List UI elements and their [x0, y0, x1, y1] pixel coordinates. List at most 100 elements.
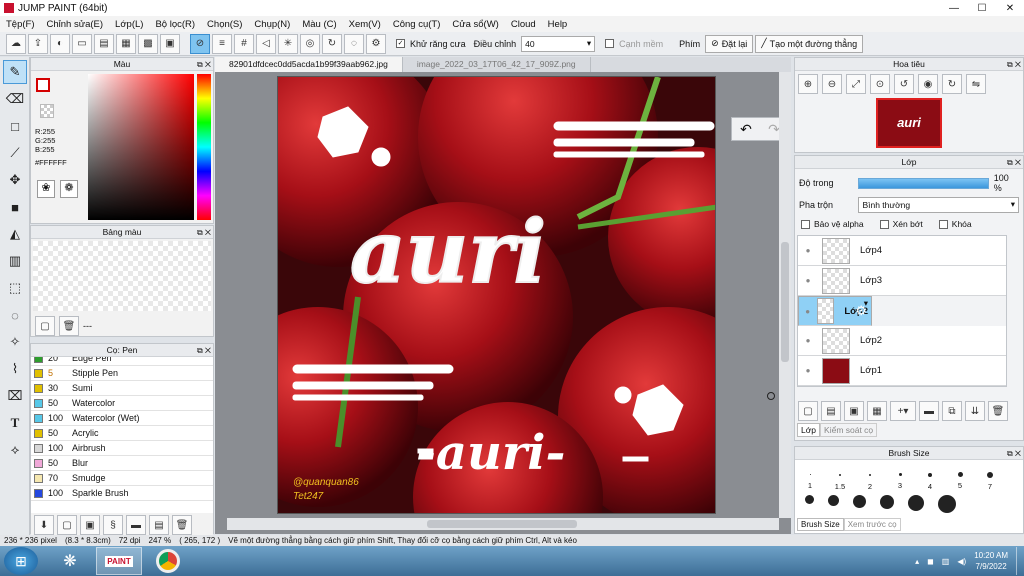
brush-list-item[interactable]: 30 Sumi	[31, 381, 213, 396]
text-tool-icon[interactable]: T	[3, 411, 27, 435]
transparent-color-swatch[interactable]	[40, 104, 54, 118]
brush-list-item[interactable]: 50 Blur	[31, 456, 213, 471]
panel-close-icon[interactable]: ⧉ ✕	[1007, 447, 1021, 460]
menu-edit[interactable]: Chỉnh sửa(E)	[41, 19, 110, 30]
fill-rect-tool-icon[interactable]: ■	[3, 195, 27, 219]
tray-up-icon[interactable]: ▴	[915, 557, 919, 566]
size-option[interactable]: 3	[885, 468, 915, 491]
chrome-taskbar-icon[interactable]	[156, 549, 180, 573]
lasso-tool-icon[interactable]: ◌	[3, 303, 27, 327]
select-pen-tool-icon[interactable]: ⌇	[3, 357, 27, 381]
clock-time[interactable]: 10:20 AM	[974, 550, 1008, 561]
eraser-tool-icon[interactable]: ⌫	[3, 87, 27, 111]
panel-close-icon[interactable]: ⧉ ✕	[1007, 58, 1021, 71]
network-icon[interactable]: ▥	[942, 557, 950, 566]
panel-close-icon[interactable]: ⧉ ✕	[1007, 156, 1021, 169]
size-option[interactable]: 1	[795, 468, 825, 491]
layer-row[interactable]: ● Lớp1	[798, 356, 1006, 386]
delete-palette-icon[interactable]: 🗑	[59, 316, 79, 336]
document-icon[interactable]: ▦	[116, 33, 136, 54]
saturation-value-picker[interactable]	[88, 74, 194, 220]
size-dot[interactable]	[938, 495, 956, 513]
canvas-artwork[interactable]: auri -auri- @quanquan86 Tet247	[277, 76, 716, 514]
menu-window[interactable]: Cửa sổ(W)	[446, 19, 504, 30]
size-option[interactable]: 5	[945, 468, 975, 491]
brush-copy-icon[interactable]: ▣	[80, 515, 100, 535]
size-option[interactable]: 2	[855, 468, 885, 491]
flip-icon[interactable]: ⇋	[966, 74, 986, 94]
zoom-out-icon[interactable]: ⊖	[822, 74, 842, 94]
palette-settings-icon[interactable]: ❁	[60, 180, 78, 198]
horizontal-scrollbar[interactable]	[227, 518, 779, 530]
close-button[interactable]: ✕	[996, 0, 1024, 16]
line-tool-icon[interactable]: ⟋	[3, 141, 27, 165]
volume-icon[interactable]: ◀)	[957, 557, 966, 566]
panel-close-icon[interactable]: ⧉ ✕	[197, 226, 211, 239]
folder-icon[interactable]: ▬	[919, 401, 939, 421]
fit-window-icon[interactable]: ⤢	[846, 74, 866, 94]
new-layer-1bit-icon[interactable]: ▣	[844, 401, 864, 421]
select-eraser-tool-icon[interactable]: ⌧	[3, 384, 27, 408]
start-button-icon[interactable]: ⊞	[4, 547, 38, 575]
blend-select[interactable]: Bình thường	[858, 197, 1019, 213]
menu-view[interactable]: Xem(V)	[343, 19, 387, 30]
lock-checkbox[interactable]	[938, 219, 948, 229]
rotate-handle[interactable]	[767, 392, 775, 400]
new-layer-8bit-icon[interactable]: ▤	[821, 401, 841, 421]
app-taskbar-icon[interactable]: ❋	[50, 547, 90, 575]
layer-row[interactable]: ● Lớp4	[798, 236, 1006, 266]
delete-layer-icon[interactable]: 🗑	[988, 401, 1008, 421]
layer-settings-icon[interactable]: ⚙	[855, 303, 867, 319]
palette-grid[interactable]	[33, 241, 211, 311]
palette-icon[interactable]: ❀	[37, 180, 55, 198]
menu-capture[interactable]: Chụp(N)	[248, 19, 296, 30]
tab-document-1[interactable]: 82901dfdcec0dd5acda1b99f39aab962.jpg	[215, 57, 403, 72]
clip-checkbox[interactable]	[879, 219, 889, 229]
brush-list-item[interactable]: 50 Acrylic	[31, 426, 213, 441]
rotate-left-icon[interactable]: ↺	[894, 74, 914, 94]
brush-doc-icon[interactable]: ▤	[149, 515, 169, 535]
reset-button[interactable]: ⊘ Đặt lại	[705, 34, 754, 53]
cloud-icon[interactable]: ☁	[6, 33, 26, 54]
layer-row[interactable]: ● Lớp3	[798, 266, 1006, 296]
brush-list-item[interactable]: 100 Sparkle Brush	[31, 486, 213, 501]
brush-list-item[interactable]: 5 Stipple Pen	[31, 366, 213, 381]
new-layer-icon[interactable]: ▢	[798, 401, 818, 421]
actual-size-icon[interactable]: ⊙	[870, 74, 890, 94]
show-desktop-button[interactable]	[1016, 547, 1024, 575]
merge-layer-icon[interactable]: ⇊	[965, 401, 985, 421]
perspective-snap-icon[interactable]: ◁	[256, 33, 276, 54]
parallel-snap-icon[interactable]: ≡	[212, 33, 232, 54]
bucket-tool-icon[interactable]: ◭	[3, 222, 27, 246]
add-layer-dropdown-icon[interactable]: +▾	[890, 401, 916, 421]
visibility-icon[interactable]: ●	[798, 366, 818, 375]
smooth-checkbox[interactable]	[605, 39, 615, 48]
frame-icon[interactable]: ▣	[160, 33, 180, 54]
clock-date[interactable]: 7/9/2022	[974, 561, 1008, 572]
grid-layout-icon[interactable]: ▩	[138, 33, 158, 54]
undo-icon[interactable]: ↶	[740, 121, 752, 138]
menu-layer[interactable]: Lớp(L)	[109, 19, 149, 30]
brush-folder-icon[interactable]: ▬	[126, 515, 146, 535]
move-tool-icon[interactable]: ✥	[3, 168, 27, 192]
pen-tool-icon[interactable]: ✎	[3, 60, 27, 84]
new-palette-icon[interactable]: ▢	[35, 316, 55, 336]
vertical-scrollbar[interactable]	[779, 72, 791, 518]
chat-icon[interactable]: ▭	[72, 33, 92, 54]
menu-filter[interactable]: Bộ lọc(R)	[149, 19, 201, 30]
brush-list-item[interactable]: 100 Airbrush	[31, 441, 213, 456]
circle-snap-icon[interactable]: ◎	[300, 33, 320, 54]
protect-alpha-checkbox[interactable]	[801, 219, 810, 229]
panel-close-icon[interactable]: ⧉ ✕	[197, 58, 211, 71]
comment-icon[interactable]: ◐	[50, 33, 70, 54]
halftone-layer-icon[interactable]: ▦	[867, 401, 887, 421]
tab-brush-preview[interactable]: Xem trước cọ	[843, 518, 901, 531]
opacity-slider[interactable]	[858, 177, 989, 189]
rotate-right-icon[interactable]: ↻	[942, 74, 962, 94]
size-dot[interactable]	[908, 495, 924, 511]
size-dot[interactable]	[853, 495, 866, 508]
layer-row-selected[interactable]: ● Lớp2 ⚙	[798, 296, 872, 326]
size-dot[interactable]	[880, 495, 894, 509]
copy-layer-icon[interactable]: ⧉	[942, 401, 962, 421]
visibility-icon[interactable]: ●	[802, 307, 813, 316]
